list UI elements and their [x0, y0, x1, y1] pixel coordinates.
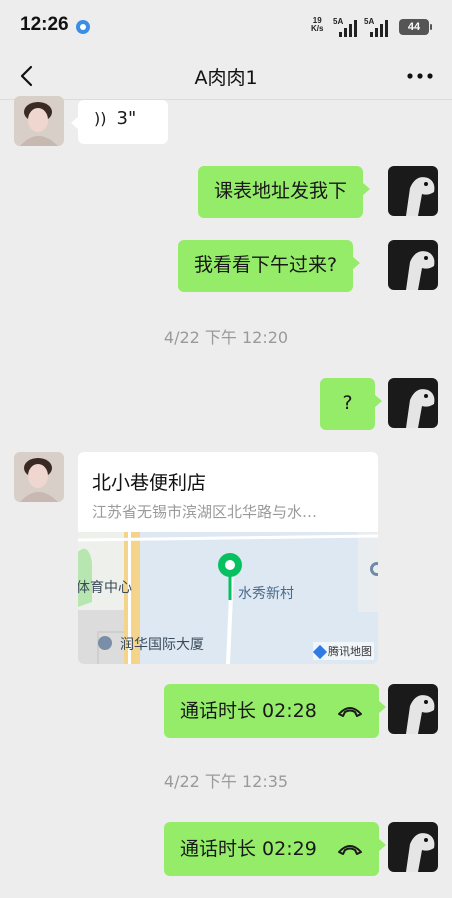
location-message-card[interactable]: 北小巷便利店 江苏省无锡市滨湖区北华路与水… 体育中心 水秀新村 润华国际大厦 … — [78, 452, 378, 664]
network-speed: 19 K/s — [311, 16, 324, 33]
location-name: 北小巷便利店 — [92, 472, 207, 494]
voice-message[interactable]: )) 3" — [71, 100, 168, 144]
chat-header: A肉肉1 — [0, 54, 452, 100]
phone-hangup-icon — [337, 844, 362, 855]
map-marker-icon — [370, 562, 378, 576]
location-indicator-icon — [76, 20, 90, 34]
location-address: 江苏省无锡市滨湖区北华路与水… — [92, 503, 318, 521]
call-record-bubble[interactable]: 通话时长 02:28 — [164, 684, 386, 738]
more-dots-icon[interactable] — [406, 64, 434, 88]
map-label: 体育中心 — [78, 580, 132, 596]
tencent-map-icon — [312, 644, 328, 660]
signal-sim2-icon: 5A — [364, 17, 390, 37]
message-bubble[interactable]: ? — [320, 378, 382, 430]
signal-sim1-icon: 5A — [333, 17, 359, 37]
map-provider-logo: 腾讯地图 — [312, 642, 374, 660]
location-map[interactable]: 体育中心 水秀新村 润华国际大厦 腾讯地图 — [78, 532, 378, 664]
message-timestamp: 4/22 下午 12:20 — [163, 328, 289, 347]
message-bubble[interactable]: 我看看下午过来? — [178, 240, 361, 292]
phone-hangup-icon — [337, 706, 362, 717]
building-icon — [98, 636, 112, 650]
contact-avatar[interactable] — [14, 96, 64, 146]
message-bubble[interactable]: 课表地址发我下 — [198, 166, 371, 218]
map-label: 水秀新村 — [238, 586, 294, 602]
contact-avatar[interactable] — [14, 452, 64, 502]
status-time: 12:26 — [20, 14, 69, 35]
my-avatar[interactable] — [388, 240, 438, 290]
my-avatar[interactable] — [388, 684, 438, 734]
status-bar: 12:26 19 K/s 5A 5A 44 — [0, 0, 452, 54]
message-timestamp: 4/22 下午 12:35 — [163, 772, 289, 791]
voice-wave-icon: )) — [94, 109, 107, 128]
battery-icon: 44 — [399, 19, 432, 35]
call-record-bubble[interactable]: 通话时长 02:29 — [164, 822, 386, 876]
my-avatar[interactable] — [388, 166, 438, 216]
my-avatar[interactable] — [388, 822, 438, 872]
chat-title: A肉肉1 — [194, 67, 258, 89]
map-label: 润华国际大厦 — [120, 637, 204, 653]
my-avatar[interactable] — [388, 378, 438, 428]
